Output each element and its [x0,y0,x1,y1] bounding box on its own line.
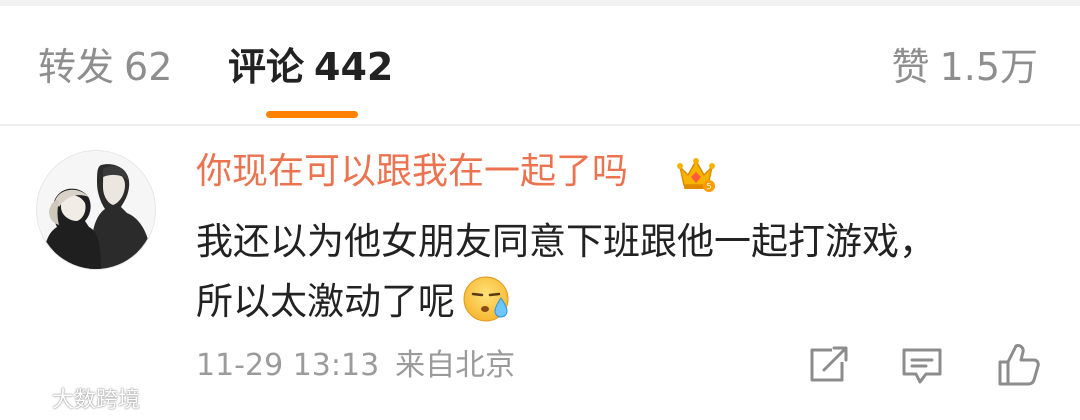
comment-line-1: 我还以为他女朋友同意下班跟他一起打游戏， [196,220,936,263]
share-icon[interactable] [806,340,850,388]
header-divider [0,124,1080,126]
sweat-emoji-icon [463,276,509,322]
comment-location: 来自北京 [395,348,516,383]
tab-comments[interactable]: 评论 442 [228,44,393,90]
comment-meta: 11-29 13:13 来自北京 [196,346,515,386]
tab-reposts[interactable]: 转发 62 [38,44,172,90]
comment-timestamp: 11-29 13:13 [196,348,380,383]
watermark-text: 大数跨境 [52,388,141,413]
comment-body: 我还以为他女朋友同意下班跟他一起打游戏， 所以太激动了呢 [196,212,1056,332]
active-tab-indicator [266,111,358,118]
tab-likes[interactable]: 赞 1.5万 [892,44,1038,90]
avatar-illustration [37,151,155,269]
tab-bar: 转发 62 评论 442 赞 1.5万 [0,6,1080,124]
watermark-logo-icon [6,392,48,412]
crown-badge-icon: 5 [677,158,715,192]
tab-likes-count: 1.5万 [939,45,1038,89]
comment-username[interactable]: 你现在可以跟我在一起了吗 [196,150,628,194]
avatar[interactable] [36,150,156,270]
svg-text:5: 5 [706,182,711,191]
comment-line-2: 所以太激动了呢 [196,272,1056,332]
comment-line-2-text: 所以太激动了呢 [196,280,455,323]
tab-likes-label: 赞 [891,45,930,89]
tab-reposts-label: 转发 [38,45,115,89]
reply-icon[interactable] [900,340,944,388]
tab-comments-label: 评论 [228,45,305,89]
like-icon[interactable] [996,340,1040,388]
tab-comments-count: 442 [314,45,394,89]
watermark: 大数跨境 [4,386,140,416]
tab-reposts-count: 62 [124,45,173,89]
